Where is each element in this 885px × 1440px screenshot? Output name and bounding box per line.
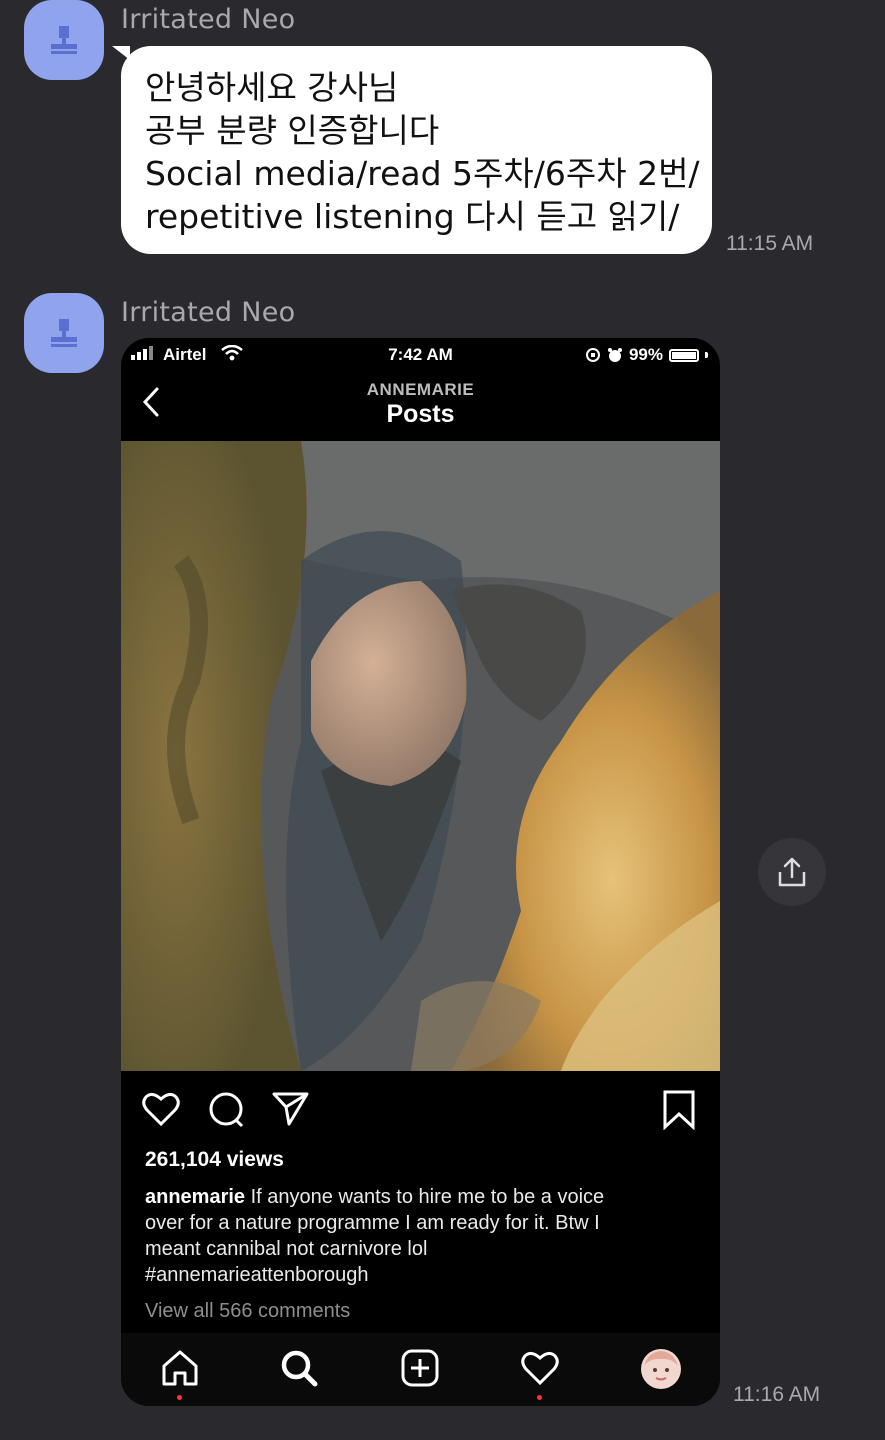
message-line: 공부 분량 인증합니다	[145, 111, 440, 150]
image-message[interactable]: Airtel 7:42 AM 99% ANNEMARIE Posts 261,1…	[121, 338, 720, 1406]
sender-avatar[interactable]	[24, 0, 104, 80]
orientation-lock-icon	[585, 348, 600, 362]
post-nav-bar: ANNEMARIE Posts	[121, 372, 720, 440]
battery-percent: 99%	[628, 345, 663, 364]
profile-avatar[interactable]	[640, 1348, 682, 1390]
share-icon	[778, 857, 806, 887]
message-timestamp: 11:16 AM	[733, 1383, 821, 1406]
status-bar: Airtel 7:42 AM 99%	[121, 338, 720, 372]
caption-username[interactable]: annemarie	[145, 1186, 245, 1208]
home-icon[interactable]	[160, 1348, 200, 1388]
default-profile-icon	[51, 26, 77, 54]
message-line: Social media/read 5주차/6주차 2번/	[145, 154, 700, 193]
caption-line: over for a nature programme I am ready f…	[145, 1212, 600, 1234]
status-right: 99%	[585, 345, 708, 365]
activity-heart-icon[interactable]	[520, 1348, 560, 1388]
sender-name: Irritated Neo	[121, 297, 296, 328]
caption-line: meant cannibal not carnivore lol	[145, 1238, 428, 1260]
notification-dot	[177, 1395, 182, 1400]
share-button[interactable]	[758, 838, 826, 906]
alarm-icon	[607, 348, 622, 362]
view-all-comments-link[interactable]: View all 566 comments	[145, 1300, 350, 1323]
message-line: repetitive listening 다시 듣고 읽기/	[145, 197, 680, 236]
message-bubble[interactable]: 안녕하세요 강사님 공부 분량 인증합니다 Social media/read …	[121, 46, 712, 254]
message-line: 안녕하세요 강사님	[145, 68, 399, 107]
send-icon[interactable]	[271, 1090, 311, 1128]
message-timestamp: 11:15 AM	[726, 232, 814, 255]
nav-username: ANNEMARIE	[366, 380, 475, 399]
default-profile-icon	[51, 319, 77, 347]
add-post-icon[interactable]	[400, 1348, 440, 1388]
post-photo[interactable]	[121, 441, 720, 1071]
post-caption: annemarie If anyone wants to hire me to …	[145, 1184, 705, 1288]
battery-icon	[669, 348, 699, 362]
notification-dot	[537, 1395, 542, 1400]
sender-name: Irritated Neo	[121, 4, 296, 35]
comment-icon[interactable]	[206, 1090, 246, 1128]
caption-hashtag[interactable]: #annemarieattenborough	[145, 1262, 705, 1288]
caption-text: If anyone wants to hire me to be a voice	[245, 1186, 605, 1208]
view-count: 261,104 views	[145, 1148, 284, 1171]
tab-bar	[121, 1333, 720, 1406]
battery-nub	[705, 352, 708, 358]
search-icon[interactable]	[279, 1348, 319, 1388]
bookmark-icon[interactable]	[661, 1090, 697, 1130]
rocks-photo-image	[121, 441, 720, 1071]
caption-line: annemarie If anyone wants to hire me to …	[145, 1184, 705, 1210]
post-actions	[121, 1086, 720, 1136]
sender-avatar[interactable]	[24, 293, 104, 373]
nav-title: Posts	[386, 400, 455, 428]
like-heart-icon[interactable]	[141, 1090, 181, 1128]
